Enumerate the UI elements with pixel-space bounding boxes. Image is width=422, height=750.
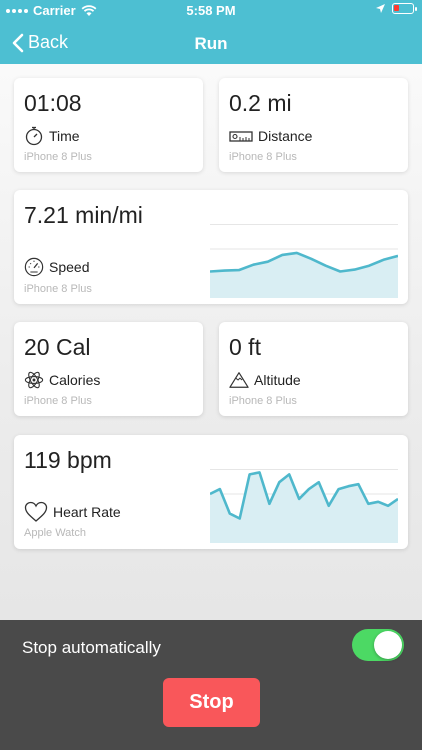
stop-automatically-label: Stop automatically — [22, 638, 161, 657]
ruler-icon — [229, 126, 253, 146]
time-source: iPhone 8 Plus — [24, 151, 92, 163]
time-card[interactable]: 01:08 Time iPhone 8 Plus — [14, 78, 203, 172]
heart-rate-card[interactable]: 119 bpm Heart Rate Apple Watch — [14, 435, 408, 549]
heart-rate-label: Heart Rate — [53, 504, 121, 520]
status-bar: Carrier 5:58 PM — [0, 0, 422, 20]
speed-chart — [210, 224, 398, 298]
distance-value: 0.2 mi — [229, 90, 292, 116]
calories-source: iPhone 8 Plus — [24, 395, 92, 407]
speed-chart-area — [210, 252, 398, 298]
heart-rate-chart — [210, 469, 398, 543]
heart-rate-source: Apple Watch — [24, 527, 86, 539]
distance-label: Distance — [258, 128, 313, 144]
status-time: 5:58 PM — [186, 3, 236, 18]
time-label-row: Time — [24, 126, 80, 146]
speed-label-row: Speed — [24, 257, 89, 277]
stopwatch-icon — [24, 126, 44, 146]
calories-value: 20 Cal — [24, 334, 91, 360]
time-value: 01:08 — [24, 90, 82, 116]
speedometer-icon — [24, 257, 44, 277]
atom-icon — [24, 370, 44, 390]
altitude-value: 0 ft — [229, 334, 261, 360]
heart-rate-chart-area — [210, 472, 398, 543]
speed-value: 7.21 min/mi — [24, 202, 143, 228]
altitude-label: Altitude — [254, 372, 301, 388]
stop-button[interactable]: Stop — [163, 678, 260, 727]
mountain-icon — [229, 370, 249, 390]
stop-automatically-toggle[interactable] — [352, 629, 404, 661]
bottom-panel: Stop automatically Stop — [0, 620, 422, 750]
calories-card[interactable]: 20 Cal Calories iPhone 8 Plus — [14, 322, 203, 416]
nav-bar: Carrier 5:58 PM Back Run — [0, 0, 422, 64]
calories-label-row: Calories — [24, 370, 100, 390]
altitude-card[interactable]: 0 ft Altitude iPhone 8 Plus — [219, 322, 408, 416]
distance-card[interactable]: 0.2 mi Distance iPhone 8 Plus — [219, 78, 408, 172]
distance-source: iPhone 8 Plus — [229, 151, 297, 163]
altitude-source: iPhone 8 Plus — [229, 395, 297, 407]
speed-card[interactable]: 7.21 min/mi Speed iPhone 8 Plus — [14, 190, 408, 304]
heart-rate-value: 119 bpm — [24, 447, 112, 473]
location-arrow-icon — [376, 4, 385, 13]
heart-rate-label-row: Heart Rate — [24, 501, 121, 522]
speed-source: iPhone 8 Plus — [24, 283, 92, 295]
heart-icon — [24, 501, 48, 522]
page-title: Run — [194, 34, 228, 53]
battery-icon — [392, 3, 417, 14]
metrics-area: 01:08 Time iPhone 8 Plus 0.2 mi Distance… — [0, 64, 422, 620]
distance-label-row: Distance — [229, 126, 312, 146]
calories-label: Calories — [49, 372, 101, 388]
status-right — [375, 3, 417, 14]
toggle-knob — [374, 631, 402, 659]
speed-label: Speed — [49, 259, 90, 275]
time-label: Time — [49, 128, 80, 144]
altitude-label-row: Altitude — [229, 370, 301, 390]
